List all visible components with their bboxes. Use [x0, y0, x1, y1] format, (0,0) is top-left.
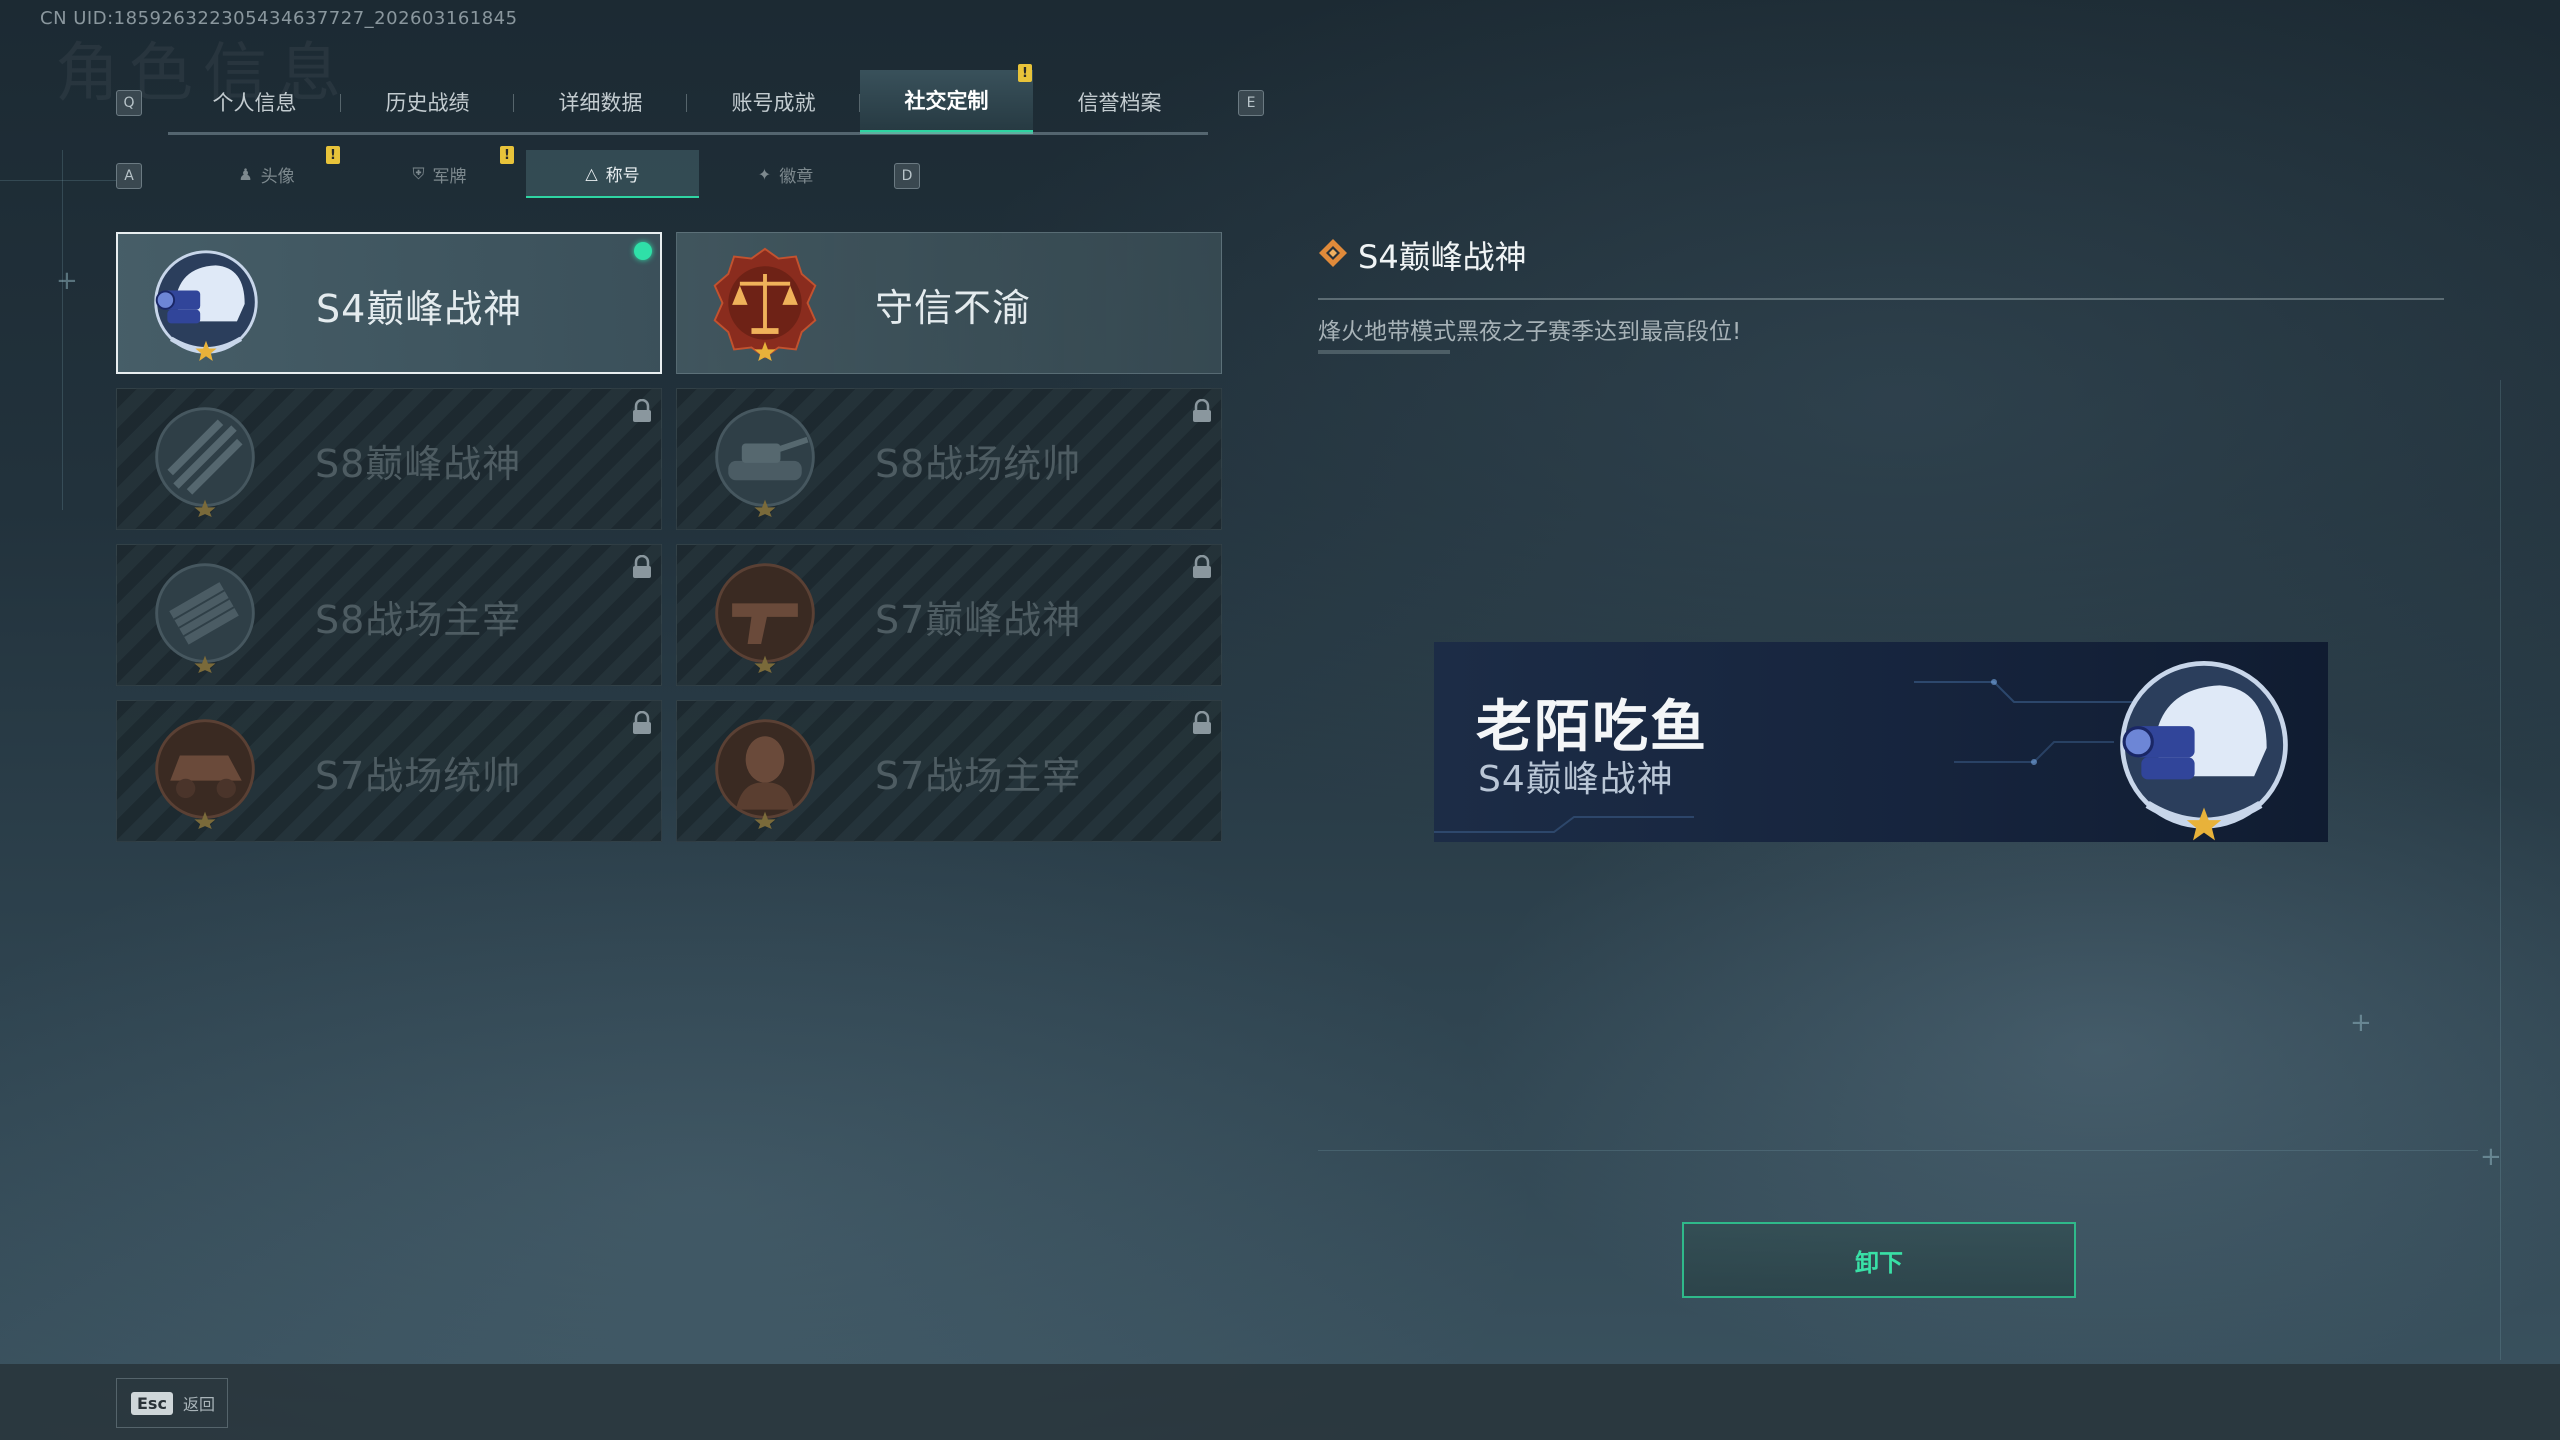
- back-label: 返回: [182, 1395, 215, 1414]
- hud-plus: +: [2480, 1142, 2502, 1172]
- prev-tab-key-hint[interactable]: Q: [116, 90, 142, 116]
- subtab-emblem-label: 徽章: [779, 166, 814, 187]
- esc-key: Esc: [131, 1391, 173, 1415]
- tab-credit-record[interactable]: 信誉档案: [1033, 70, 1206, 134]
- main-tab-bar: 个人信息 历史战绩 详细数据 账号成就 社交定制 信誉档案: [168, 70, 1206, 136]
- namecard-preview: 老陌吃鱼 S4巅峰战神: [1434, 642, 2328, 842]
- rocket-launcher-icon: [155, 563, 255, 673]
- pistol-icon: [715, 563, 815, 673]
- tab-social-customization[interactable]: 社交定制: [860, 70, 1033, 134]
- scales-of-justice-icon: [713, 247, 817, 361]
- armored-vehicle-icon: [155, 719, 255, 829]
- title-name: 守信不渝: [875, 285, 1032, 330]
- tank-icon: [715, 407, 815, 517]
- subtab-title[interactable]: △ 称号: [526, 150, 699, 198]
- title-name: S8战场主宰: [315, 597, 522, 642]
- bottom-bar: [0, 1364, 2560, 1440]
- soldier-portrait-icon: [715, 719, 815, 829]
- tab-detailed-data[interactable]: 详细数据: [514, 70, 687, 134]
- dogtag-icon: ⛨: [412, 164, 425, 183]
- sub-tab-bar: ♟ 头像 ⛨ 军牌 △ 称号 ✦ 徽章: [180, 150, 872, 198]
- hud-decoration: [1318, 1150, 2478, 1151]
- prev-subtab-key-hint[interactable]: A: [116, 163, 142, 189]
- title-card-s8-battlefield-commander[interactable]: S8战场统帅: [676, 388, 1222, 530]
- tab-personal-info[interactable]: 个人信息: [168, 70, 341, 134]
- title-card-s7-battlefield-master[interactable]: S7战场主宰: [676, 700, 1222, 842]
- alert-icon: !: [326, 146, 340, 164]
- next-tab-key-hint[interactable]: E: [1238, 90, 1264, 116]
- title-name: S4巅峰战神: [316, 286, 523, 331]
- lock-icon: [633, 399, 651, 422]
- hud-decoration: [2500, 380, 2501, 1360]
- unequip-button[interactable]: 卸下: [1682, 1222, 2076, 1298]
- title-name: S8巅峰战神: [315, 441, 522, 486]
- detail-description: 烽火地带模式黑夜之子赛季达到最高段位!: [1318, 319, 1742, 345]
- subtab-title-label: 称号: [605, 165, 640, 186]
- crossed-blades-icon: [155, 407, 255, 517]
- title-name: S7战场主宰: [875, 753, 1082, 798]
- subtab-avatar-label: 头像: [260, 166, 295, 187]
- hud-decoration: [62, 150, 63, 510]
- alert-icon: !: [1018, 64, 1032, 82]
- tab-account-achievements[interactable]: 账号成就: [687, 70, 860, 134]
- subtab-dogtag-label: 军牌: [432, 166, 467, 187]
- helmet-nightvision-icon: [2120, 661, 2288, 841]
- tab-underline: [168, 132, 1208, 135]
- subtab-emblem[interactable]: ✦ 徽章: [699, 150, 872, 198]
- namecard-title: S4巅峰战神: [1478, 759, 1674, 800]
- title-card-s8-battlefield-master[interactable]: S8战场主宰: [116, 544, 662, 686]
- title-name: S7战场统帅: [315, 753, 522, 798]
- alert-icon: !: [500, 146, 514, 164]
- title-card-s7-peak-god[interactable]: S7巅峰战神: [676, 544, 1222, 686]
- title-name: S7巅峰战神: [875, 597, 1082, 642]
- lock-icon: [633, 711, 651, 734]
- title-name: S8战场统帅: [875, 441, 1082, 486]
- title-card-s8-peak-god[interactable]: S8巅峰战神: [116, 388, 662, 530]
- detail-divider: [1318, 298, 2444, 300]
- hud-plus: +: [56, 266, 78, 296]
- title-card-s4-peak-god[interactable]: S4巅峰战神: [116, 232, 662, 374]
- lock-icon: [1193, 399, 1211, 422]
- title-card-s7-battlefield-commander[interactable]: S7战场统帅: [116, 700, 662, 842]
- detail-title: S4巅峰战神: [1358, 238, 1527, 276]
- tab-battle-history[interactable]: 历史战绩: [341, 70, 514, 134]
- hud-plus: +: [2350, 1008, 2372, 1038]
- detail-decoration: [1318, 350, 1450, 354]
- title-card-keep-faith[interactable]: 守信不渝: [676, 232, 1222, 374]
- emblem-icon: ✦: [757, 164, 772, 184]
- back-button[interactable]: Esc 返回: [116, 1378, 228, 1428]
- lock-icon: [1193, 555, 1211, 578]
- lock-icon: [1193, 711, 1211, 734]
- person-icon: ♟: [238, 164, 253, 184]
- helmet-nightvision-icon: [154, 250, 258, 362]
- next-subtab-key-hint[interactable]: D: [894, 163, 920, 189]
- equipped-indicator: [634, 242, 652, 260]
- lock-icon: [633, 555, 651, 578]
- title-icon: △: [585, 163, 598, 183]
- diamond-title-icon: [1319, 239, 1347, 267]
